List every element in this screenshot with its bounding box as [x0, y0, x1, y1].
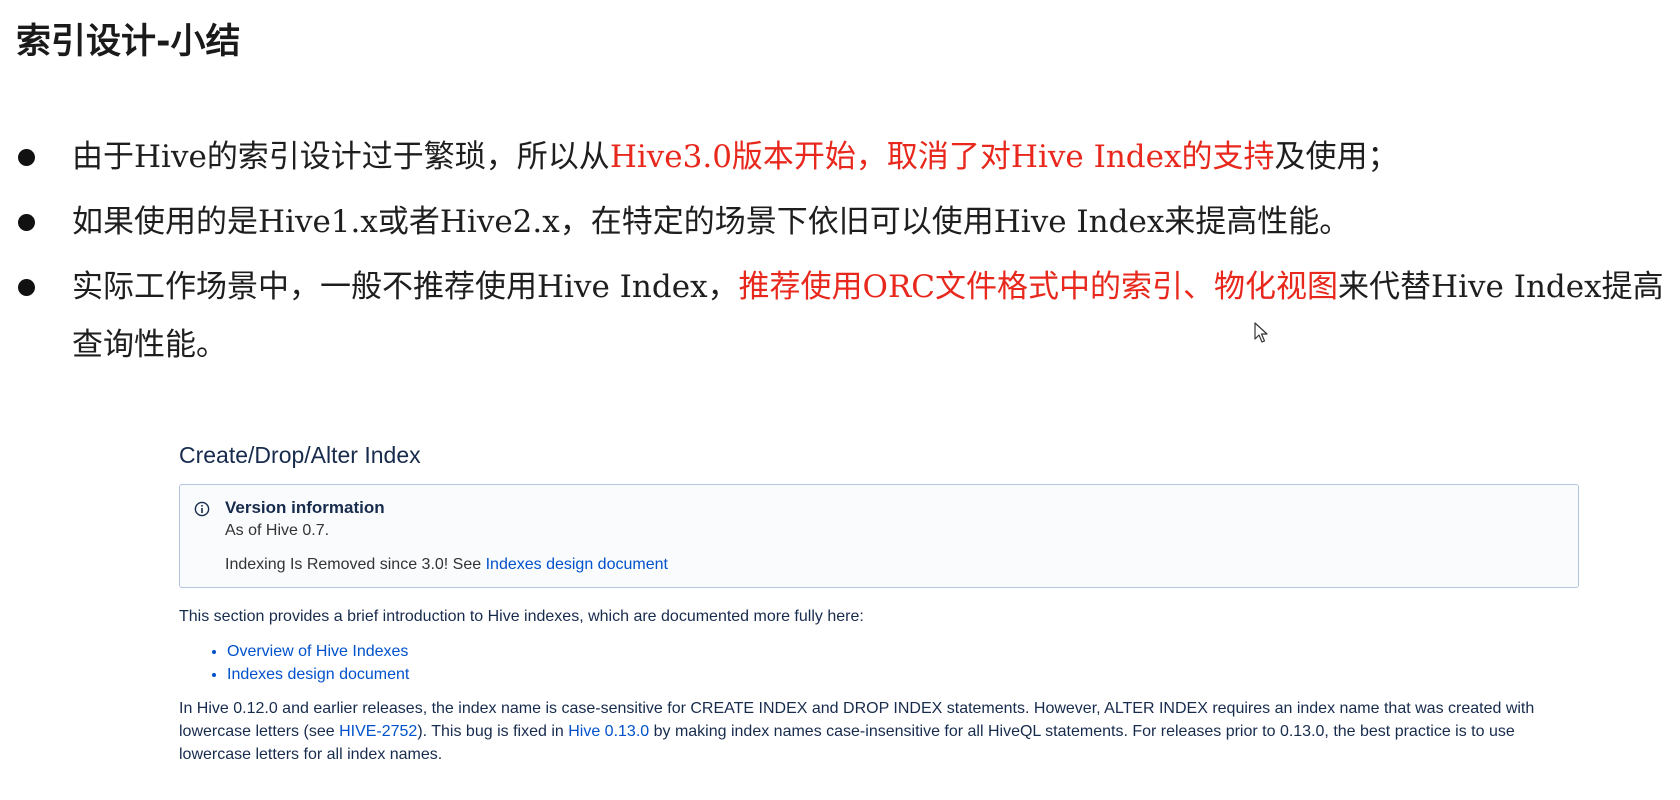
- body-text-part: ). This bug is fixed in: [417, 723, 569, 740]
- mouse-pointer-icon: [1254, 322, 1268, 343]
- bullet-text-segment: Hive Index: [1431, 269, 1602, 305]
- bullet-text-segment: Hive: [134, 139, 207, 175]
- indexes-design-document-link[interactable]: Indexes design document: [486, 556, 668, 573]
- doc-link-item: Overview of Hive Indexes: [227, 640, 1579, 663]
- bullet-text-segment: Hive1.x: [258, 204, 378, 240]
- info-panel-removed-prefix: Indexing Is Removed since 3.0! See: [225, 556, 486, 573]
- bullet-text-segment: ，: [707, 269, 739, 305]
- bullet-text-segment: ，在特定的场景下依旧可以使用: [559, 204, 994, 240]
- bullet-dot-icon: [18, 214, 35, 231]
- bullet-text-segment: 文件格式中的索引、物化视图: [935, 269, 1339, 305]
- bullet-text-segment: 及使用；: [1274, 139, 1399, 175]
- bullet-text: 由于Hive的索引设计过于繁琐，所以从Hive3.0版本开始，取消了对Hive …: [72, 139, 1398, 175]
- intro-paragraph: This section provides a brief introducti…: [179, 608, 864, 625]
- bullet-text: 实际工作场景中，一般不推荐使用Hive Index，推荐使用ORC文件格式中的索…: [72, 269, 1664, 363]
- bullet-text-segment: Hive Index: [993, 204, 1165, 240]
- bullet-text-segment: ORC: [862, 269, 936, 305]
- slide-title: 索引设计-小结: [16, 22, 241, 62]
- bullet-item: 由于Hive的索引设计过于繁琐，所以从Hive3.0版本开始，取消了对Hive …: [0, 128, 1680, 186]
- bullet-text-segment: 的索引设计过于繁琐，所以从: [206, 139, 610, 175]
- info-panel-version-text: As of Hive 0.7.: [225, 522, 330, 539]
- bullet-text-segment: Hive Index: [537, 269, 708, 305]
- info-icon: [194, 501, 210, 517]
- bullet-text-segment: 来代替: [1338, 269, 1432, 305]
- bullet-text-segment: 版本开始，取消了对: [731, 139, 1011, 175]
- bullet-text-segment: 如果使用的是: [72, 204, 258, 240]
- bullet-dot-icon: [18, 279, 35, 296]
- bullet-text-segment: 由于: [72, 139, 134, 175]
- bullet-list: 由于Hive的索引设计过于繁琐，所以从Hive3.0版本开始，取消了对Hive …: [0, 128, 1680, 381]
- doc-link-list: Overview of Hive Indexes Indexes design …: [179, 640, 1579, 686]
- bullet-item: 如果使用的是Hive1.x或者Hive2.x，在特定的场景下依旧可以使用Hive…: [0, 193, 1680, 251]
- bullet-text-segment: Hive Index: [1010, 139, 1182, 175]
- bullet-text-segment: 的支持: [1181, 139, 1275, 175]
- bullet-text-segment: 推荐使用: [738, 269, 863, 305]
- bullet-text-segment: 实际工作场景中，一般不推荐使用: [72, 269, 537, 305]
- bullet-text-segment: 来提高性能。: [1164, 204, 1351, 240]
- overview-of-hive-indexes-link[interactable]: Overview of Hive Indexes: [227, 643, 408, 660]
- doc-link-item: Indexes design document: [227, 663, 1579, 686]
- bullet-text-segment: Hive2.x: [439, 204, 560, 240]
- info-panel-title: Version information: [225, 498, 385, 517]
- indexes-design-document-list-link[interactable]: Indexes design document: [227, 666, 409, 683]
- bullet-item: 实际工作场景中，一般不推荐使用Hive Index，推荐使用ORC文件格式中的索…: [0, 258, 1680, 374]
- bullet-dot-icon: [18, 149, 35, 166]
- version-info-panel: Version information As of Hive 0.7. Inde…: [179, 484, 1579, 588]
- bullet-text: 如果使用的是Hive1.x或者Hive2.x，在特定的场景下依旧可以使用Hive…: [72, 204, 1350, 240]
- case-sensitivity-paragraph: In Hive 0.12.0 and earlier releases, the…: [179, 697, 1579, 766]
- hive-2752-link[interactable]: HIVE-2752: [339, 723, 417, 740]
- bullet-text-segment: 或者: [377, 204, 440, 240]
- doc-heading: Create/Drop/Alter Index: [179, 442, 421, 468]
- bullet-text-segment: Hive3.0: [609, 139, 732, 175]
- hive-0-13-0-link[interactable]: Hive 0.13.0: [568, 723, 649, 740]
- embedded-doc-excerpt: Create/Drop/Alter Index Version informat…: [179, 440, 1579, 766]
- info-panel-removed-text: Indexing Is Removed since 3.0! See Index…: [225, 556, 668, 574]
